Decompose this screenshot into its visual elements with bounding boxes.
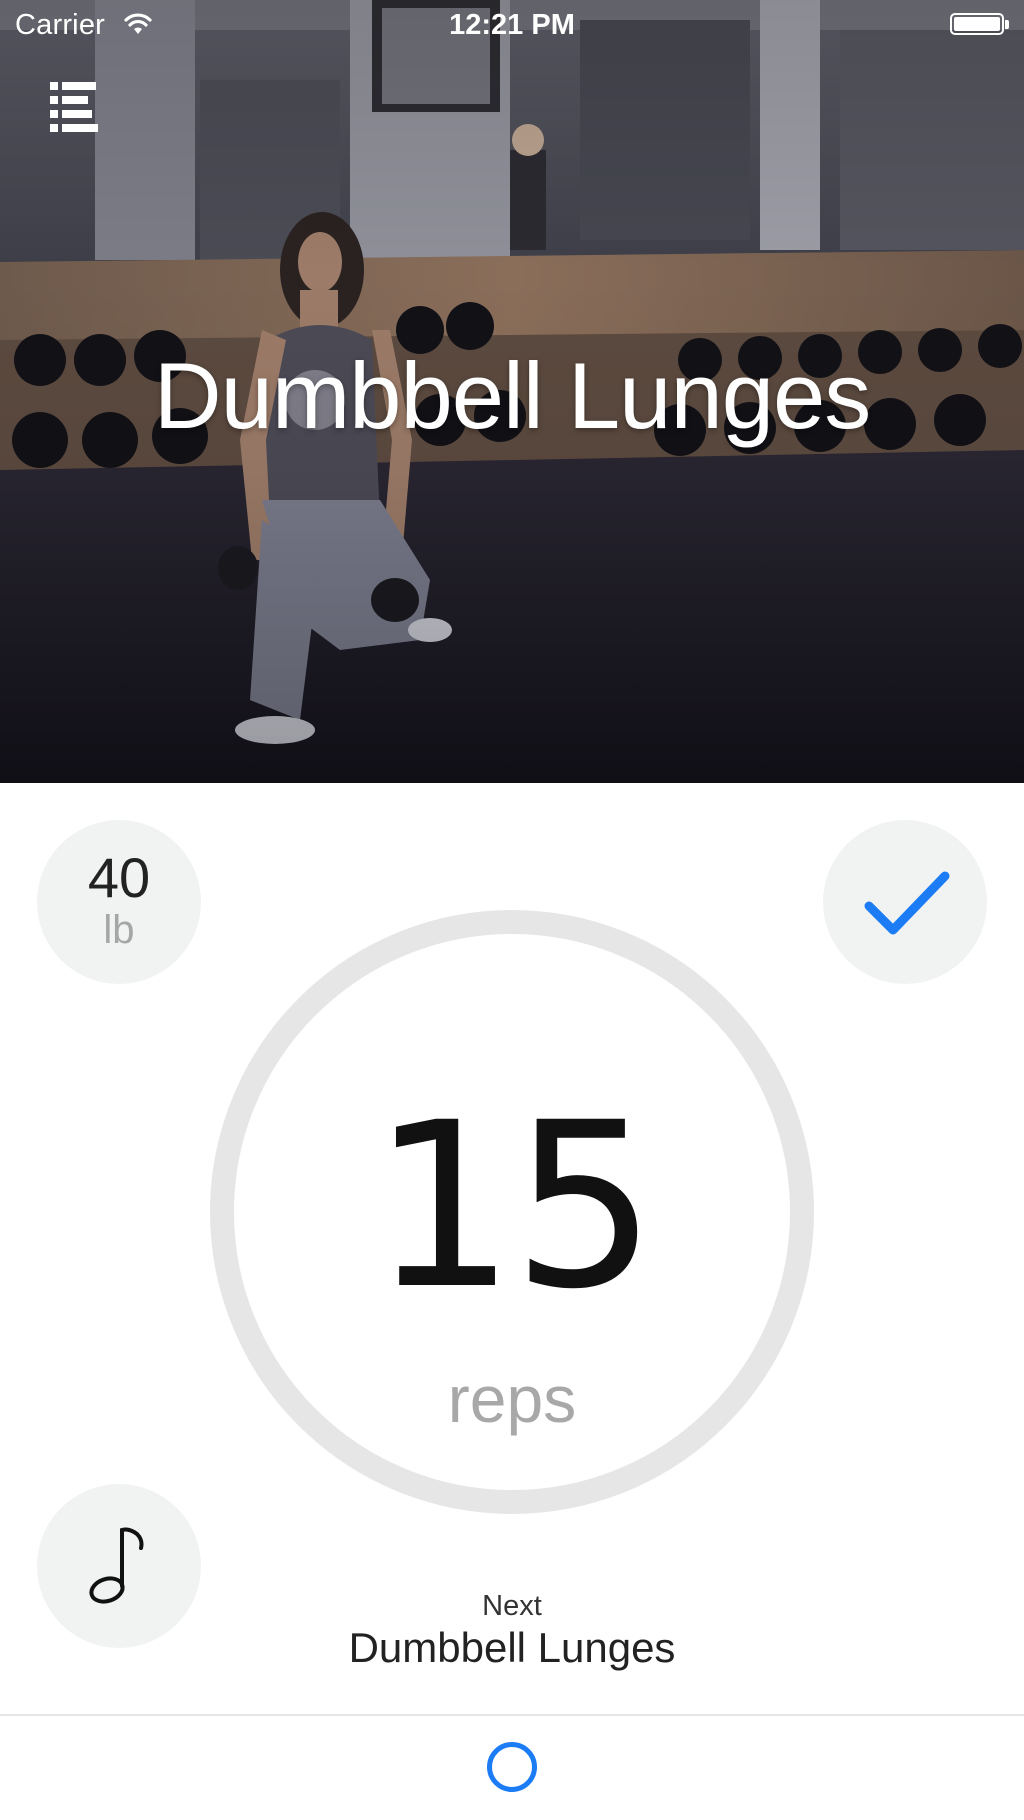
reps-counter[interactable]: 15 reps — [210, 910, 814, 1514]
reps-count: 15 — [370, 1073, 657, 1339]
status-bar: Carrier 12:21 PM — [0, 0, 1024, 50]
exercise-hero: Carrier 12:21 PM Dumbbell Lunges — [0, 0, 1024, 783]
status-time: 12:21 PM — [449, 9, 575, 41]
reps-label: reps — [447, 1362, 577, 1436]
list-menu-icon[interactable] — [42, 74, 104, 136]
footer-divider — [0, 1714, 1024, 1716]
weight-button[interactable]: 40 lb — [37, 820, 201, 984]
exercise-title: Dumbbell Lunges — [153, 343, 872, 448]
weight-unit: lb — [103, 908, 135, 952]
checkmark-icon — [864, 871, 950, 935]
battery-icon — [950, 13, 1004, 35]
next-exercise-name: Dumbbell Lunges — [348, 1624, 676, 1671]
complete-set-button[interactable] — [823, 820, 987, 984]
circle-icon[interactable] — [487, 1742, 537, 1792]
weight-value: 40 — [87, 846, 151, 909]
next-label: Next — [482, 1590, 542, 1622]
workout-screen: Carrier 12:21 PM Dumbbell Lunges 40 lb 1… — [0, 0, 1024, 1820]
battery-level — [954, 17, 1000, 31]
battery-tip — [1005, 20, 1009, 29]
